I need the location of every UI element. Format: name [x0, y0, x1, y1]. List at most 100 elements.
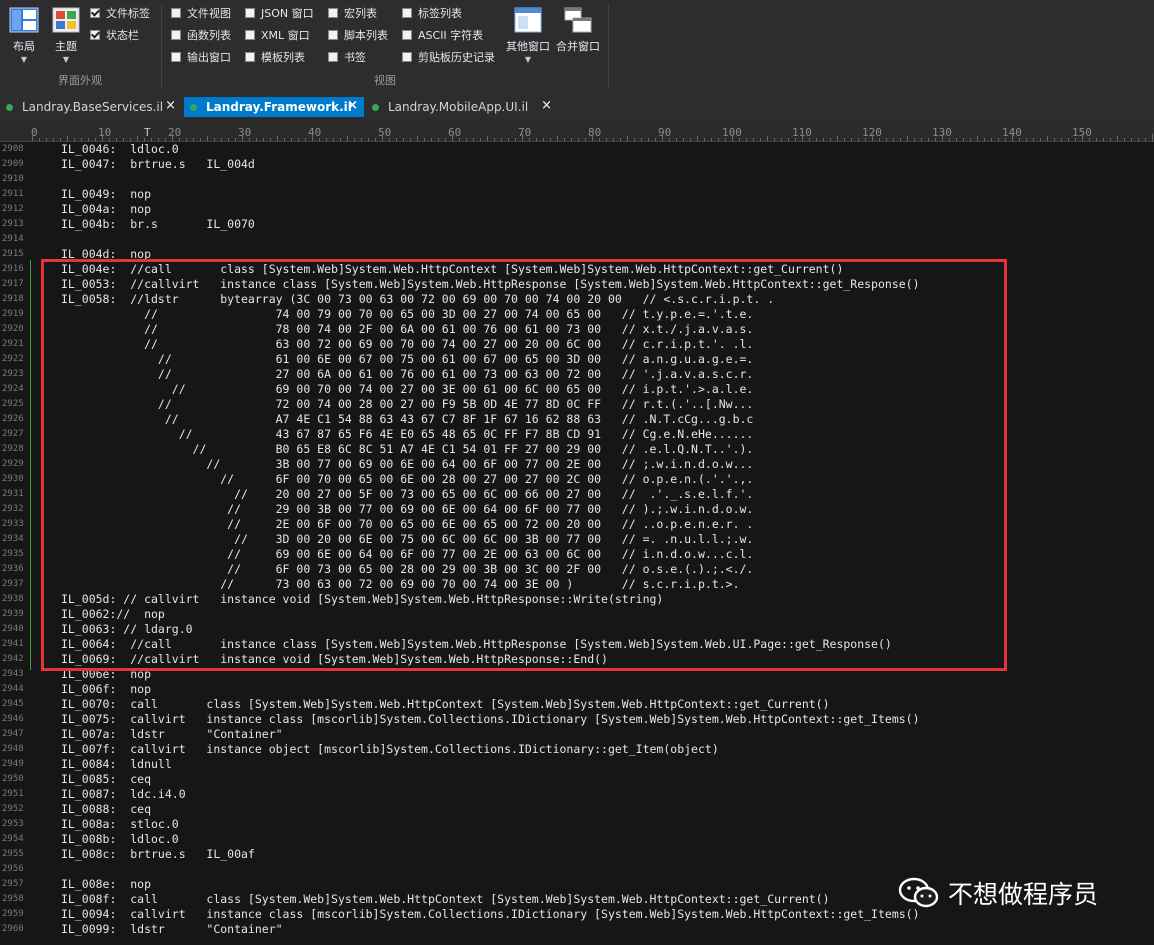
ruler-tick: [207, 136, 208, 141]
code-line[interactable]: 2952 IL_0088: ceq: [0, 802, 1154, 817]
status-dot-icon: [372, 103, 379, 111]
ruler-tick: [221, 138, 222, 141]
view-check-output-window[interactable]: 输出窗口: [171, 49, 231, 65]
code-line[interactable]: 2955 IL_008c: brtrue.s IL_00af: [0, 847, 1154, 862]
ruler-tick: [774, 138, 775, 141]
code-text: IL_0075: callvirt instance class [mscorl…: [61, 712, 920, 726]
code-text: IL_0085: ceq: [61, 772, 152, 786]
checkbox-icon: [90, 8, 100, 18]
ruler-tick: [249, 138, 250, 141]
view-check-label: XML 窗口: [261, 29, 310, 42]
ruler-tick: [438, 138, 439, 141]
close-icon[interactable]: ×: [165, 98, 176, 113]
layout-label: 布局: [13, 40, 35, 53]
ruler-tick: [732, 134, 733, 141]
ribbon-toolbar: 布局 ▼ 主题 ▼ 文件标签 状态栏 界面外观 文件视图 JSON 窗口 宏列表…: [0, 0, 1154, 97]
code-line[interactable]: 2911 IL_0049: nop: [0, 187, 1154, 202]
code-line[interactable]: 2945 IL_0070: call class [System.Web]Syst…: [0, 697, 1154, 712]
line-number: 2924: [2, 384, 24, 394]
line-number: 2940: [2, 624, 24, 634]
code-text: IL_0070: call class [System.Web]System.W…: [61, 697, 830, 711]
view-check-template-list[interactable]: 模板列表: [245, 49, 305, 65]
code-line[interactable]: 2953 IL_008a: stloc.0: [0, 817, 1154, 832]
code-line[interactable]: 2946 IL_0075: callvirt instance class [ms…: [0, 712, 1154, 727]
ruler-tick: [802, 134, 803, 141]
close-icon[interactable]: ×: [347, 98, 358, 113]
ruler-tick: [1138, 138, 1139, 141]
line-number: 2950: [2, 774, 24, 784]
view-check-bookmarks[interactable]: 书签: [328, 49, 366, 65]
ruler-tick: [872, 134, 873, 141]
ruler-tick: [1047, 136, 1048, 141]
view-check-ascii-table[interactable]: ASCII 字符表: [402, 27, 483, 43]
ruler-tick: [879, 138, 880, 141]
view-check-xml-window[interactable]: XML 窗口: [245, 27, 310, 43]
code-text: IL_0099: ldstr "Container": [61, 922, 283, 936]
ruler-tick: [368, 138, 369, 141]
line-number: 2937: [2, 579, 24, 589]
code-line[interactable]: 2950 IL_0085: ceq: [0, 772, 1154, 787]
tab-landray-mobileapp[interactable]: Landray.MobileApp.UI.il ×: [366, 97, 558, 117]
code-line[interactable]: 2954 IL_008b: ldloc.0: [0, 832, 1154, 847]
code-line[interactable]: 2960 IL_0099: ldstr "Container": [0, 922, 1154, 937]
tab-label: Landray.Framework.il: [206, 100, 352, 114]
code-line[interactable]: 2908 IL_0046: ldloc.0: [0, 142, 1154, 157]
red-highlight-box: [41, 259, 1007, 671]
merge-windows-button[interactable]: 合并窗口: [554, 0, 602, 54]
code-line[interactable]: 2912 IL_004a: nop: [0, 202, 1154, 217]
code-line[interactable]: 2913 IL_004b: br.s IL_0070: [0, 217, 1154, 232]
line-number: 2923: [2, 369, 24, 379]
ruler-tick: [1019, 138, 1020, 141]
code-line[interactable]: 2949 IL_0084: ldnull: [0, 757, 1154, 772]
code-line[interactable]: 2910: [0, 172, 1154, 187]
layout-button[interactable]: 布局 ▼: [6, 0, 42, 64]
ruler-tick: [809, 138, 810, 141]
ruler-tick: [760, 138, 761, 141]
ruler-tick: [627, 136, 628, 141]
line-number: 2928: [2, 444, 24, 454]
code-line[interactable]: 2951 IL_0087: ldc.i4.0: [0, 787, 1154, 802]
ruler-tick: [1145, 138, 1146, 141]
line-number: 2956: [2, 864, 24, 874]
view-check-tag-list[interactable]: 标签列表: [402, 5, 462, 21]
theme-button[interactable]: 主题 ▼: [48, 0, 84, 64]
view-check-file-view[interactable]: 文件视图: [171, 5, 231, 21]
code-line[interactable]: 2948 IL_007f: callvirt instance object [m…: [0, 742, 1154, 757]
ruler-tick: [172, 134, 173, 141]
code-editor[interactable]: 2908 IL_0046: ldloc.0 2909 IL_0047: brtrue.…: [0, 142, 1154, 945]
line-number: 2949: [2, 759, 24, 769]
close-icon[interactable]: ×: [541, 98, 552, 113]
code-text: IL_0084: ldnull: [61, 757, 172, 771]
ruler-tick: [788, 138, 789, 141]
ruler-tick: [88, 138, 89, 141]
view-check-label: 函数列表: [187, 29, 231, 42]
line-number: 2921: [2, 339, 24, 349]
code-line[interactable]: 2914: [0, 232, 1154, 247]
line-number: 2912: [2, 204, 24, 214]
ruler-tick: [1096, 138, 1097, 141]
code-text: IL_0088: ceq: [61, 802, 152, 816]
line-number: 2922: [2, 354, 24, 364]
view-check-clipboard-history[interactable]: 剪贴板历史记录: [402, 49, 495, 65]
code-text: IL_004a: nop: [61, 202, 152, 216]
line-number: 2932: [2, 504, 24, 514]
view-check-label: 模板列表: [261, 51, 305, 64]
view-check-json-window[interactable]: JSON 窗口: [245, 5, 314, 21]
view-check-script-list[interactable]: 脚本列表: [328, 27, 388, 43]
view-check-macro-list[interactable]: 宏列表: [328, 5, 377, 21]
tab-landray-baseservices[interactable]: Landray.BaseServices.il ×: [0, 97, 182, 117]
ruler-tick: [606, 138, 607, 141]
view-check-function-list[interactable]: 函数列表: [171, 27, 231, 43]
status-bar-checkbox[interactable]: 状态栏: [90, 27, 139, 43]
code-line[interactable]: 2947 IL_007a: ldstr "Container": [0, 727, 1154, 742]
ruler-tick: [214, 138, 215, 141]
ruler-tick: [1040, 138, 1041, 141]
other-windows-button[interactable]: 其他窗口 ▼: [504, 0, 552, 64]
ruler-tick: [725, 138, 726, 141]
ruler-tick: [312, 134, 313, 141]
tab-landray-framework[interactable]: Landray.Framework.il ×: [184, 97, 364, 117]
file-tabs-checkbox[interactable]: 文件标签: [90, 5, 150, 21]
ruler-tick: [263, 138, 264, 141]
code-line[interactable]: 2909 IL_0047: brtrue.s IL_004d: [0, 157, 1154, 172]
code-line[interactable]: 2944 IL_006f: nop: [0, 682, 1154, 697]
